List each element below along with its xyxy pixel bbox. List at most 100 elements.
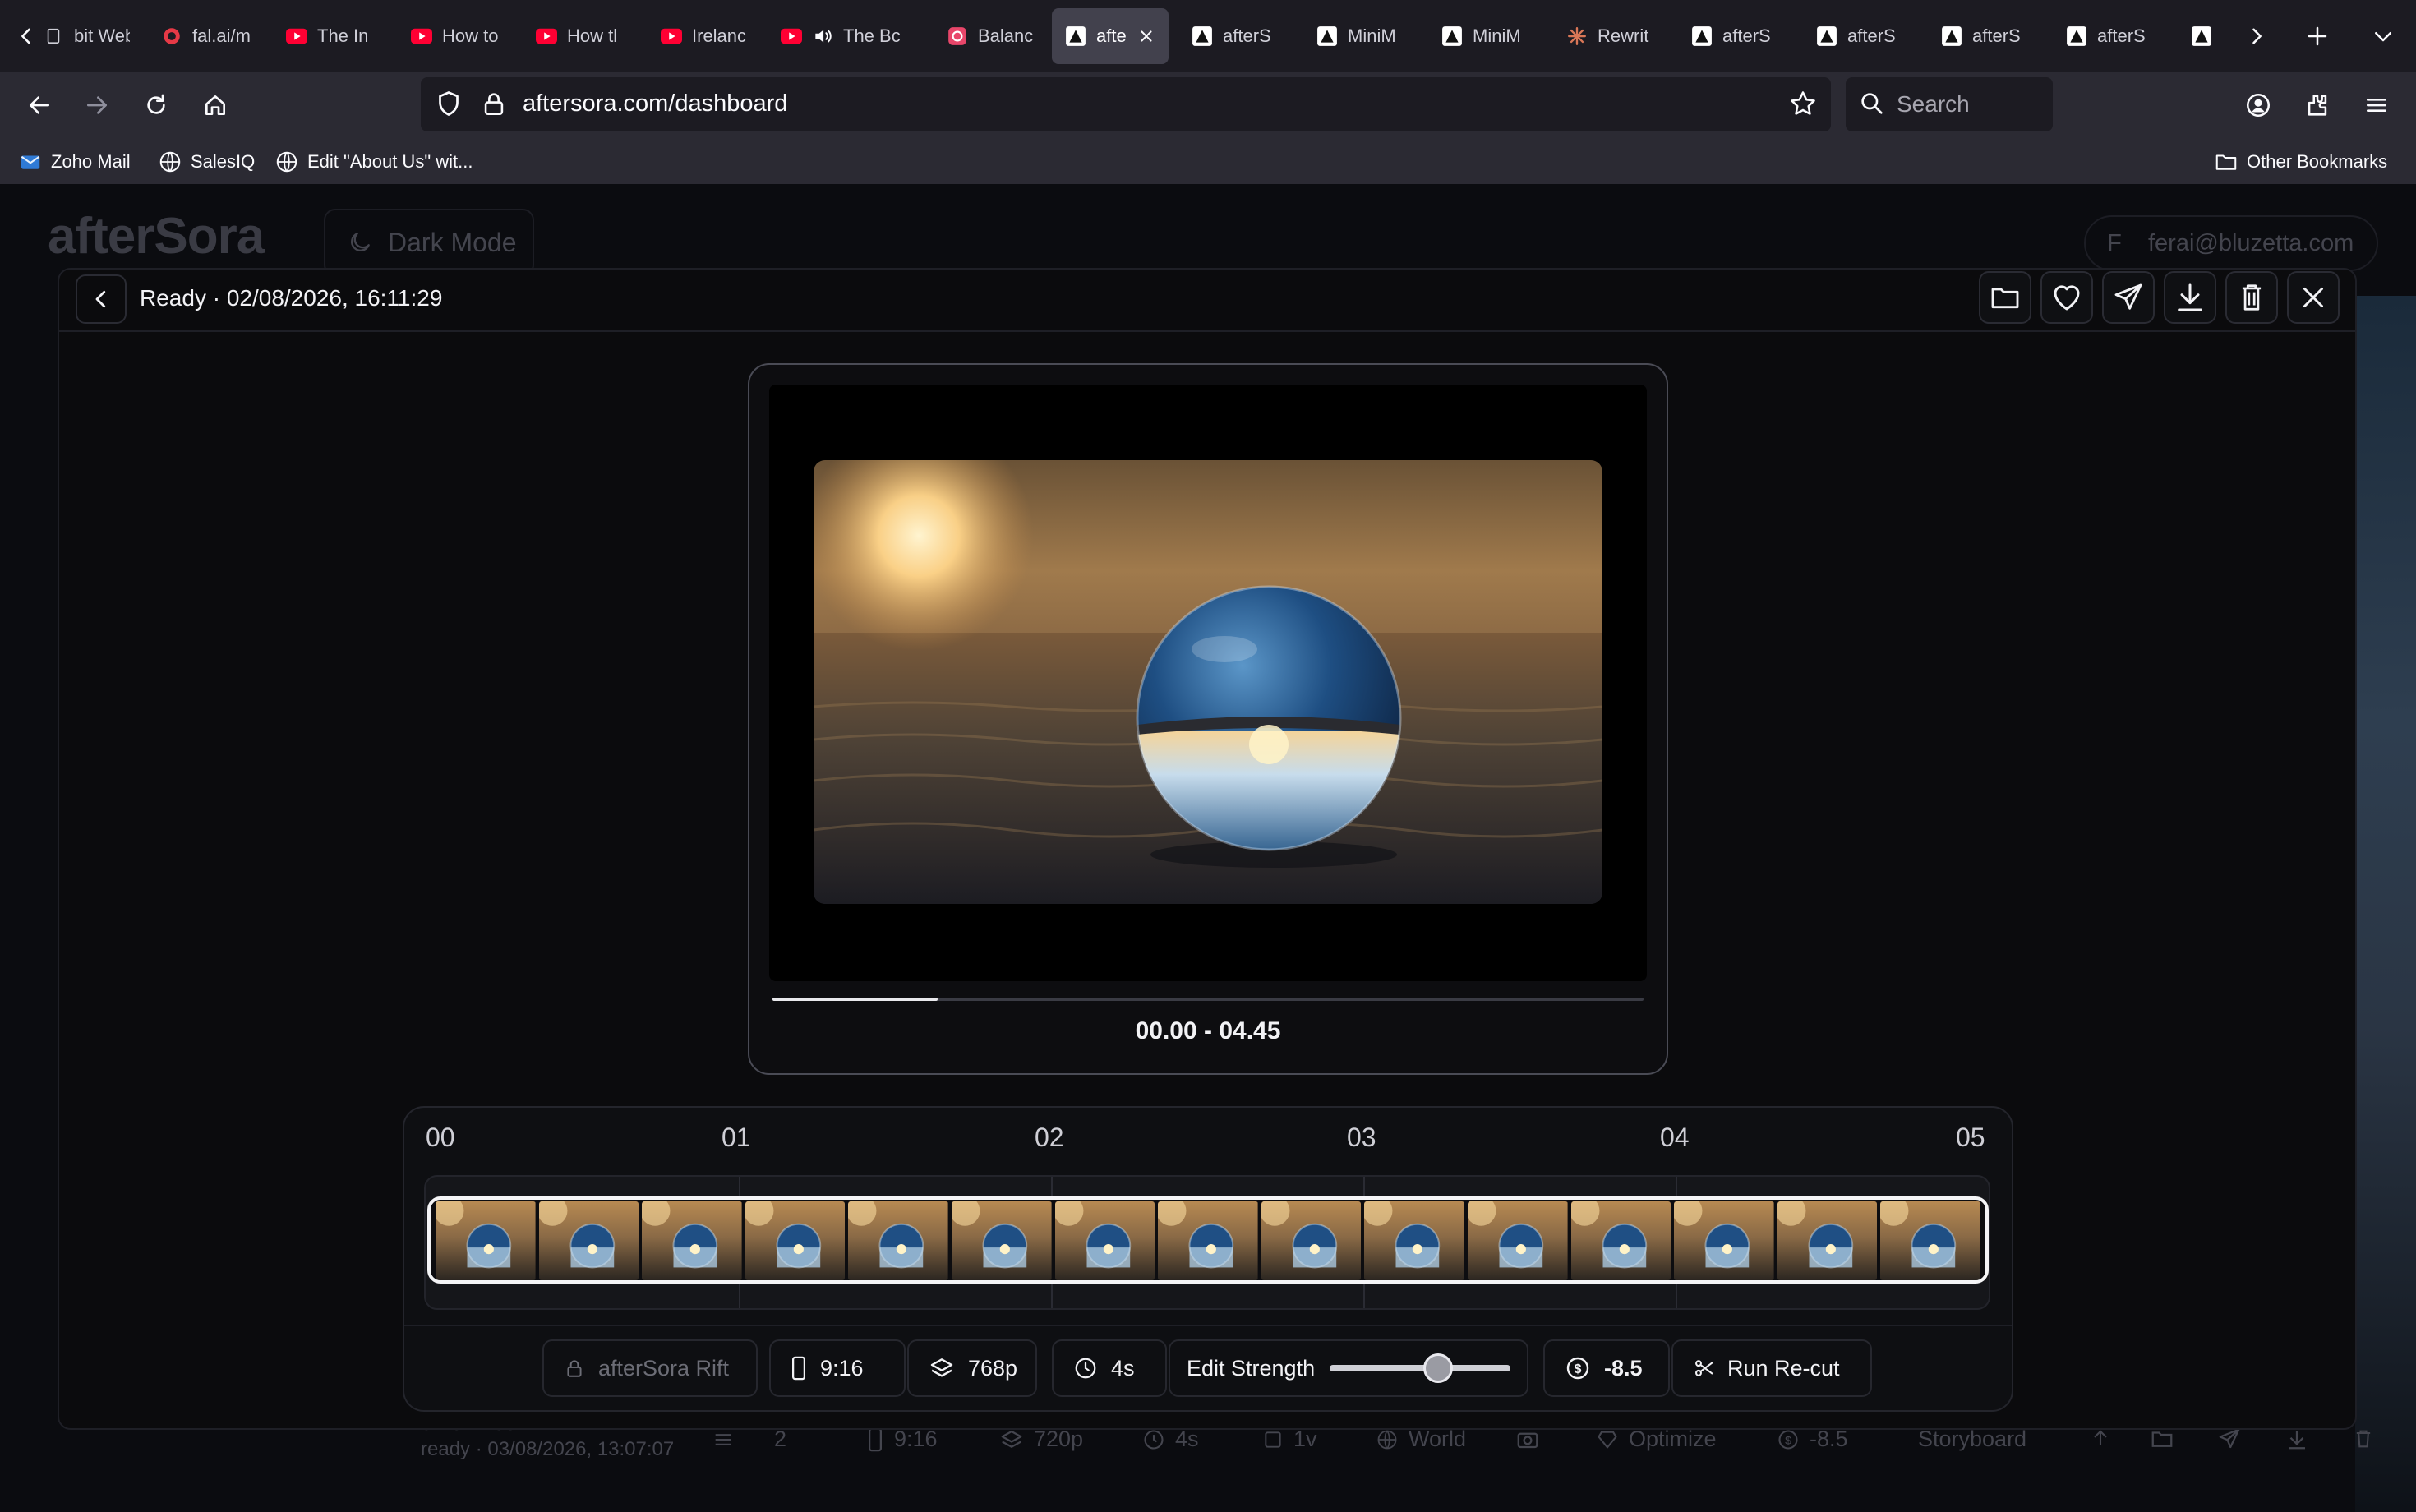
delete-button[interactable]	[2225, 271, 2278, 324]
close-tab-icon[interactable]	[1137, 27, 1155, 45]
send-icon	[2217, 1427, 2242, 1451]
model-selector[interactable]: afterSora Rift	[542, 1339, 758, 1397]
phone-icon	[866, 1427, 884, 1452]
browser-tab[interactable]: afterS	[1678, 8, 1798, 64]
browser-tab[interactable]: afterS	[1928, 8, 2048, 64]
layers-icon	[999, 1427, 1024, 1452]
search-input[interactable]: Search	[1897, 91, 1970, 118]
timeline-frame-thumbnail[interactable]	[1777, 1201, 1878, 1280]
timeline-tick: 04	[1660, 1122, 1690, 1152]
download-button[interactable]	[2164, 271, 2216, 324]
clock-icon	[1142, 1428, 1165, 1451]
list-all-tabs-icon[interactable]	[2363, 16, 2403, 56]
tab-label: afterS	[1223, 25, 1271, 46]
trash-icon	[2352, 1427, 2375, 1451]
bg-row-storyboard: Storyboard	[1918, 1427, 2027, 1451]
browser-tab[interactable]: fal.ai/m	[148, 8, 268, 64]
bookmark-salesiq[interactable]: SalesIQ	[158, 148, 255, 176]
aftersora-icon	[1816, 25, 1837, 47]
browser-tab[interactable]: Balanc	[934, 8, 1047, 64]
browser-tab[interactable]: bit Web	[30, 8, 143, 64]
browser-tab[interactable]: afterS	[2053, 8, 2173, 64]
other-bookmarks[interactable]: Other Bookmarks	[2214, 148, 2387, 176]
timeline-tick: 05	[1956, 1122, 1985, 1152]
heart-icon	[2049, 280, 2084, 315]
lock-icon[interactable]	[480, 89, 508, 118]
tab-label: afterS	[1972, 25, 2021, 46]
timeline-frame-thumbnail[interactable]	[1570, 1201, 1671, 1280]
aftersora-icon	[1192, 25, 1213, 47]
bookmark-zoho-mail[interactable]: Zoho Mail	[18, 148, 131, 176]
share-button[interactable]	[2102, 271, 2155, 324]
video-frame-image[interactable]	[814, 460, 1602, 904]
youtube-icon	[286, 25, 307, 47]
browser-tab[interactable]: The In	[273, 8, 393, 64]
back-arrow-icon[interactable]	[20, 85, 59, 125]
browser-tab[interactable]: How to	[398, 8, 518, 64]
timeline-frame-strip[interactable]	[427, 1196, 1989, 1284]
browser-tab[interactable]: afte	[1052, 8, 1169, 64]
timeline-frame-thumbnail[interactable]	[745, 1201, 846, 1280]
timeline-frame-thumbnail[interactable]	[1364, 1201, 1464, 1280]
speaker-icon[interactable]	[812, 25, 833, 47]
browser-tab[interactable]: MiniM	[1303, 8, 1423, 64]
account-icon[interactable]	[2238, 85, 2278, 125]
timeline-frame-thumbnail[interactable]	[1054, 1201, 1155, 1280]
timeline-frame-thumbnail[interactable]	[436, 1201, 536, 1280]
controls-divider	[404, 1325, 2012, 1326]
timeline-frame-thumbnail[interactable]	[538, 1201, 639, 1280]
tab-label: Balanc	[978, 25, 1034, 46]
browser-tab[interactable]: afterS	[1803, 8, 1923, 64]
browser-tab[interactable]: Irelanc	[648, 8, 768, 64]
timeline-frame-thumbnail[interactable]	[1261, 1201, 1362, 1280]
timeline-frame-thumbnail[interactable]	[1467, 1201, 1568, 1280]
square-icon	[1262, 1429, 1284, 1450]
bg-row-cost: $ -8.5	[1777, 1427, 1848, 1452]
forward-arrow-icon[interactable]	[77, 85, 117, 125]
edit-strength-slider-handle[interactable]	[1423, 1353, 1454, 1383]
bookmark-star-icon[interactable]	[1788, 89, 1818, 118]
run-recut-button[interactable]: Run Re-cut	[1671, 1339, 1872, 1397]
menu-icon[interactable]	[2357, 85, 2396, 125]
youtube-icon	[661, 25, 682, 47]
favorite-button[interactable]	[2040, 271, 2093, 324]
timeline-frame-thumbnail[interactable]	[1674, 1201, 1774, 1280]
svg-text:$: $	[1575, 1362, 1582, 1376]
browser-tab[interactable]: The Bc	[768, 8, 929, 64]
timeline-frame-thumbnail[interactable]	[1158, 1201, 1258, 1280]
tab-label: The Bc	[843, 25, 901, 46]
download-icon	[2285, 1427, 2309, 1451]
user-menu[interactable]: F ferai@bluzetta.com	[2084, 215, 2378, 271]
tracking-shield-icon[interactable]	[434, 89, 463, 118]
timeline-frame-thumbnail[interactable]	[848, 1201, 948, 1280]
duration-selector[interactable]: 4s	[1052, 1339, 1167, 1397]
tab-bar: bit Web fal.ai/m The In How to How tl Irelanc…	[0, 0, 2416, 72]
browser-tab[interactable]: afterS	[1178, 8, 1298, 64]
browser-tab[interactable]: How tl	[523, 8, 643, 64]
aspect-ratio-selector[interactable]: 9:16	[769, 1339, 906, 1397]
resolution-selector[interactable]: 768p	[907, 1339, 1037, 1397]
search-icon	[1859, 90, 1885, 117]
edit-strength-slider[interactable]	[1330, 1353, 1510, 1383]
new-tab-icon[interactable]	[2298, 16, 2337, 56]
browser-tab[interactable]: MiniM	[1428, 8, 1548, 64]
timeline-frame-thumbnail[interactable]	[1880, 1201, 1980, 1280]
home-icon[interactable]	[196, 85, 235, 125]
browser-tab[interactable]: a	[2178, 8, 2230, 64]
tab-label: Rewrit	[1598, 25, 1649, 46]
close-modal-button[interactable]	[2287, 271, 2340, 324]
bookmark-edit-about-us[interactable]: Edit "About Us" wit...	[274, 148, 473, 176]
app-logo: afterSora	[48, 208, 265, 265]
tabs-scroll-right-icon[interactable]	[2237, 16, 2276, 56]
timeline-frame-thumbnail[interactable]	[951, 1201, 1052, 1280]
browser-tab[interactable]: Rewrit	[1553, 8, 1673, 64]
video-status: Ready · 02/08/2026, 16:11:29	[140, 285, 443, 311]
dark-mode-button[interactable]: Dark Mode	[324, 209, 534, 276]
aftersora-icon	[1065, 25, 1086, 47]
modal-back-button[interactable]	[76, 274, 127, 324]
url-text[interactable]: aftersora.com/dashboard	[523, 90, 787, 118]
extensions-icon[interactable]	[2298, 85, 2337, 125]
move-to-folder-button[interactable]	[1979, 271, 2031, 324]
reload-icon[interactable]	[136, 85, 176, 125]
timeline-frame-thumbnail[interactable]	[642, 1201, 742, 1280]
